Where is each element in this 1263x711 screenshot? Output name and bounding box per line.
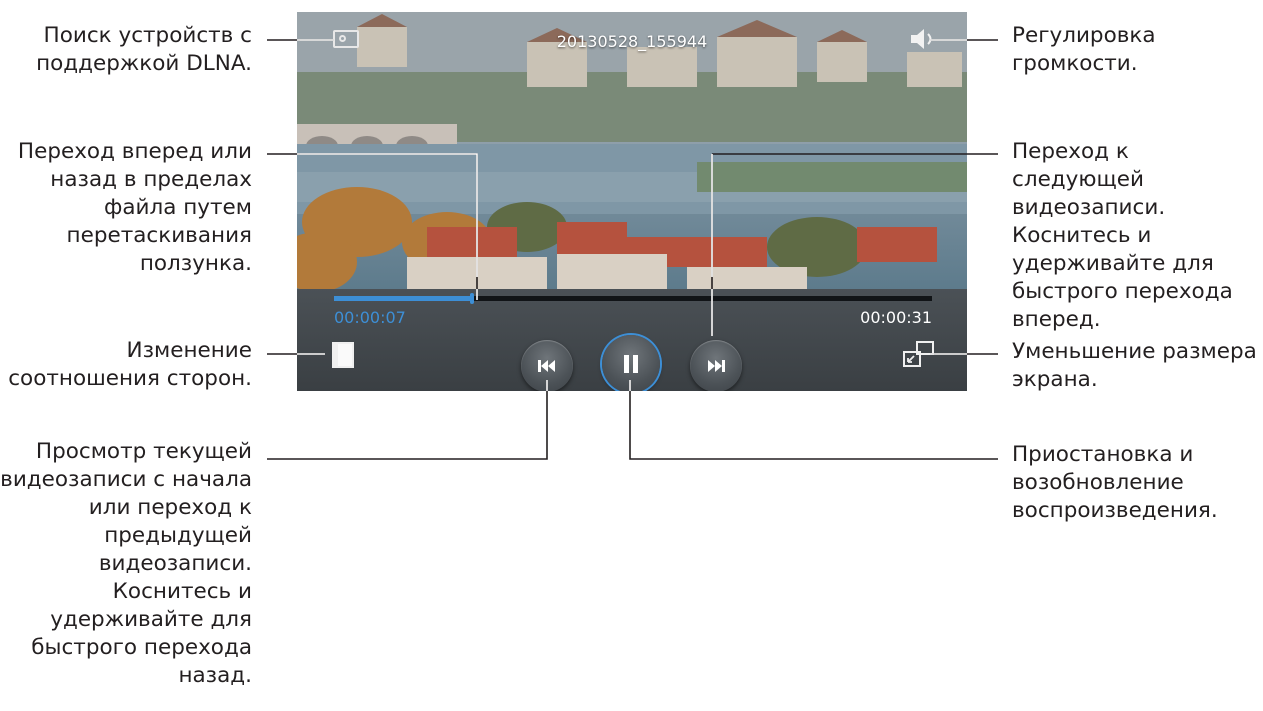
next-button[interactable]: [690, 340, 742, 391]
pause-button[interactable]: [602, 335, 660, 391]
volume-icon[interactable]: [909, 28, 937, 50]
callout-dlna-search: Поиск устройств с поддержкой DLNA.: [36, 23, 252, 76]
callout-volume: Регулировка громкости.: [1012, 23, 1156, 76]
progress-thumb[interactable]: [469, 293, 474, 304]
pause-icon: [624, 355, 638, 373]
elapsed-time: 00:00:07: [334, 308, 406, 327]
next-icon: [708, 360, 725, 372]
video-scene: [297, 12, 967, 292]
video-frame[interactable]: 20130528_155944: [297, 12, 967, 292]
total-time: 00:00:31: [860, 308, 932, 327]
popup-player-icon[interactable]: [902, 340, 938, 370]
callout-previous: Просмотр текущей видеозаписи с начала ил…: [0, 439, 252, 688]
callout-next: Переход к следующей видеозаписи. Косните…: [1012, 139, 1233, 332]
callout-seek: Переход вперед или назад в пределах файл…: [17, 139, 252, 276]
line-pause: [629, 380, 998, 460]
controls-bar: 00:00:07 00:00:31: [297, 289, 967, 391]
previous-icon: [538, 360, 555, 372]
callout-aspect-ratio: Изменение соотношения сторон.: [8, 338, 252, 391]
callout-minimize: Уменьшение размера экрана.: [1012, 339, 1257, 392]
video-title: 20130528_155944: [556, 32, 708, 51]
progress-fill: [334, 296, 472, 301]
progress-track[interactable]: [334, 293, 932, 304]
previous-button[interactable]: [521, 340, 573, 391]
dlna-icon[interactable]: [333, 30, 359, 48]
callout-pause: Приостановка и возобновление воспроизвед…: [1012, 442, 1218, 523]
video-player-screen: 20130528_155944 00:00:07 00:00:31: [297, 12, 967, 391]
line-previous: [267, 380, 548, 460]
aspect-ratio-icon[interactable]: [332, 342, 354, 368]
